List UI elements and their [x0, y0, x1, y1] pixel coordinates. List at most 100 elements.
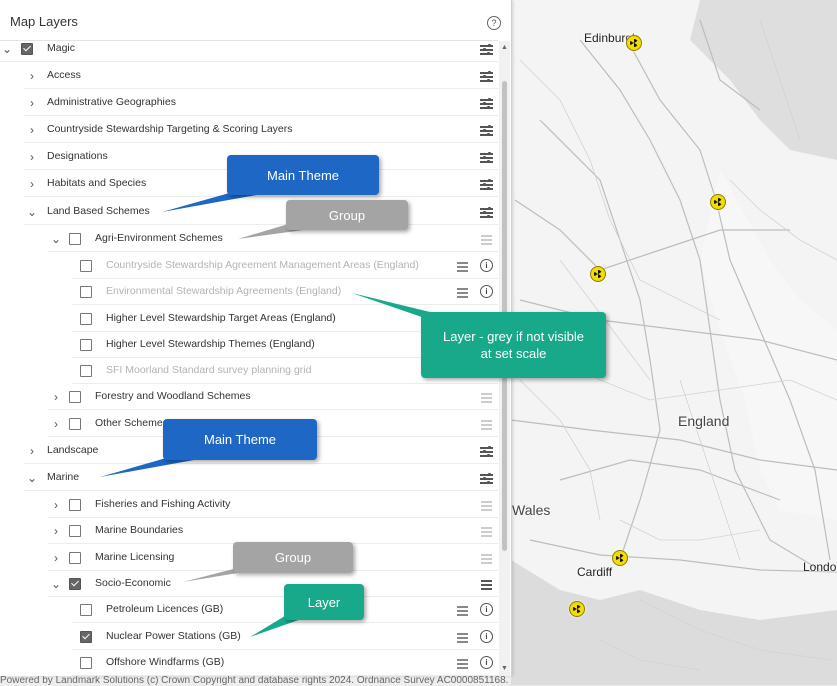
menu-icon[interactable] [481, 578, 494, 590]
layer-tree-row[interactable]: › Access [0, 63, 498, 89]
scroll-up-icon[interactable]: ▲ [501, 44, 508, 51]
layer-label[interactable]: Habitats and Species [47, 177, 146, 189]
chevron-right-icon[interactable]: › [51, 524, 61, 538]
chevron-right-icon[interactable]: › [51, 390, 61, 404]
layer-tree-row[interactable]: › Countryside Stewardship Targeting & Sco… [0, 117, 498, 143]
layer-checkbox[interactable] [80, 604, 92, 616]
chevron-right-icon[interactable]: › [27, 123, 37, 137]
chevron-right-icon[interactable]: › [51, 551, 61, 565]
layer-label[interactable]: SFI Moorland Standard survey planning gr… [106, 364, 311, 376]
info-icon[interactable]: i [480, 259, 493, 272]
layer-label[interactable]: Countryside Stewardship Targeting & Scor… [47, 123, 293, 135]
layer-label[interactable]: Designations [47, 150, 108, 162]
menu-icon[interactable] [481, 233, 494, 245]
layer-checkbox[interactable] [69, 391, 81, 403]
nuclear-marker-icon[interactable] [626, 35, 642, 51]
chevron-right-icon[interactable]: › [27, 96, 37, 110]
layer-checkbox[interactable] [69, 499, 81, 511]
layer-checkbox[interactable] [69, 525, 81, 537]
menu-icon[interactable] [457, 604, 470, 616]
layer-checkbox[interactable] [80, 260, 92, 272]
chevron-right-icon[interactable]: › [27, 150, 37, 164]
layer-label[interactable]: Marine [47, 471, 79, 483]
info-icon[interactable]: i [480, 630, 493, 643]
chevron-down-icon[interactable]: ⌄ [2, 42, 12, 56]
layer-checkbox[interactable] [80, 631, 92, 643]
nuclear-marker-icon[interactable] [612, 550, 628, 566]
layer-label[interactable]: Offshore Windfarms (GB) [106, 656, 224, 668]
layer-tree-row[interactable]: Petroleum Licences (GB) i [0, 597, 498, 623]
menu-icon[interactable] [481, 418, 494, 430]
layer-tree-row[interactable]: › Forestry and Woodland Schemes [0, 384, 498, 410]
help-icon[interactable]: ? [487, 16, 501, 30]
chevron-down-icon[interactable]: ⌄ [51, 577, 61, 591]
layer-label[interactable]: Land Based Schemes [47, 205, 150, 217]
layer-options-icon[interactable] [480, 124, 493, 136]
layer-options-icon[interactable] [480, 70, 493, 82]
layer-label[interactable]: Environmental Stewardship Agreements (En… [106, 285, 341, 297]
layer-tree-row[interactable]: Environmental Stewardship Agreements (En… [0, 279, 498, 305]
layer-tree-row[interactable]: ⌄ Marine [0, 465, 498, 491]
chevron-right-icon[interactable]: › [51, 417, 61, 431]
layer-label[interactable]: Higher Level Stewardship Themes (England… [106, 338, 315, 350]
layer-tree-row[interactable]: ⌄ Agri-Environment Schemes [0, 226, 498, 252]
menu-icon[interactable] [457, 631, 470, 643]
layer-label[interactable]: Marine Licensing [95, 551, 174, 563]
layer-options-icon[interactable] [480, 206, 493, 218]
layer-options-icon[interactable] [480, 445, 493, 457]
menu-icon[interactable] [481, 391, 494, 403]
layer-tree-row[interactable]: › Administrative Geographies [0, 90, 498, 116]
nuclear-marker-icon[interactable] [710, 194, 726, 210]
layer-options-icon[interactable] [480, 178, 493, 190]
chevron-down-icon[interactable]: ⌄ [27, 205, 37, 219]
chevron-down-icon[interactable]: ⌄ [27, 471, 37, 485]
menu-icon[interactable] [481, 499, 494, 511]
layer-label[interactable]: Access [47, 69, 81, 81]
layer-tree-row[interactable]: › Fisheries and Fishing Activity [0, 492, 498, 518]
layer-label[interactable]: Other Schemes [95, 417, 168, 429]
layer-tree-row[interactable]: ⌄ Socio-Economic [0, 571, 498, 597]
layer-checkbox[interactable] [80, 313, 92, 325]
layer-tree-row[interactable]: ⌄ Land Based Schemes [0, 199, 498, 225]
layer-checkbox[interactable] [69, 418, 81, 430]
layer-options-icon[interactable] [480, 472, 493, 484]
layer-tree-row[interactable]: › Marine Boundaries [0, 518, 498, 544]
layer-checkbox[interactable] [80, 365, 92, 377]
layer-label[interactable]: Landscape [47, 444, 98, 456]
menu-icon[interactable] [457, 260, 470, 272]
menu-icon[interactable] [481, 552, 494, 564]
layer-options-icon[interactable] [480, 151, 493, 163]
layer-checkbox[interactable] [80, 339, 92, 351]
nuclear-marker-icon[interactable] [590, 266, 606, 282]
layer-checkbox[interactable] [69, 552, 81, 564]
layer-options-icon[interactable] [480, 97, 493, 109]
scroll-down-icon[interactable]: ▼ [501, 665, 508, 672]
layer-tree-row[interactable]: Nuclear Power Stations (GB) i [0, 624, 498, 650]
layer-label[interactable]: Petroleum Licences (GB) [106, 603, 223, 615]
info-icon[interactable]: i [480, 603, 493, 616]
layer-label[interactable]: Fisheries and Fishing Activity [95, 498, 230, 510]
layer-label[interactable]: Agri-Environment Schemes [95, 232, 223, 244]
layer-label[interactable]: Nuclear Power Stations (GB) [106, 630, 241, 642]
layer-label[interactable]: Magic [47, 42, 75, 54]
chevron-right-icon[interactable]: › [27, 69, 37, 83]
layer-checkbox[interactable] [21, 43, 33, 55]
layer-checkbox[interactable] [69, 233, 81, 245]
chevron-right-icon[interactable]: › [27, 444, 37, 458]
layer-label[interactable]: Higher Level Stewardship Target Areas (E… [106, 312, 336, 324]
menu-icon[interactable] [457, 657, 470, 669]
layer-options-icon[interactable] [480, 43, 493, 55]
layer-tree-row[interactable]: Offshore Windfarms (GB) i [0, 650, 498, 676]
layer-tree-row[interactable]: ⌄ Magic [0, 36, 498, 62]
layer-label[interactable]: Forestry and Woodland Schemes [95, 390, 251, 402]
info-icon[interactable]: i [480, 656, 493, 669]
menu-icon[interactable] [457, 286, 470, 298]
info-icon[interactable]: i [480, 285, 493, 298]
layer-checkbox[interactable] [80, 286, 92, 298]
nuclear-marker-icon[interactable] [569, 601, 585, 617]
layer-label[interactable]: Marine Boundaries [95, 524, 183, 536]
chevron-right-icon[interactable]: › [51, 498, 61, 512]
layer-label[interactable]: Socio-Economic [95, 577, 171, 589]
menu-icon[interactable] [481, 525, 494, 537]
layer-checkbox[interactable] [80, 657, 92, 669]
